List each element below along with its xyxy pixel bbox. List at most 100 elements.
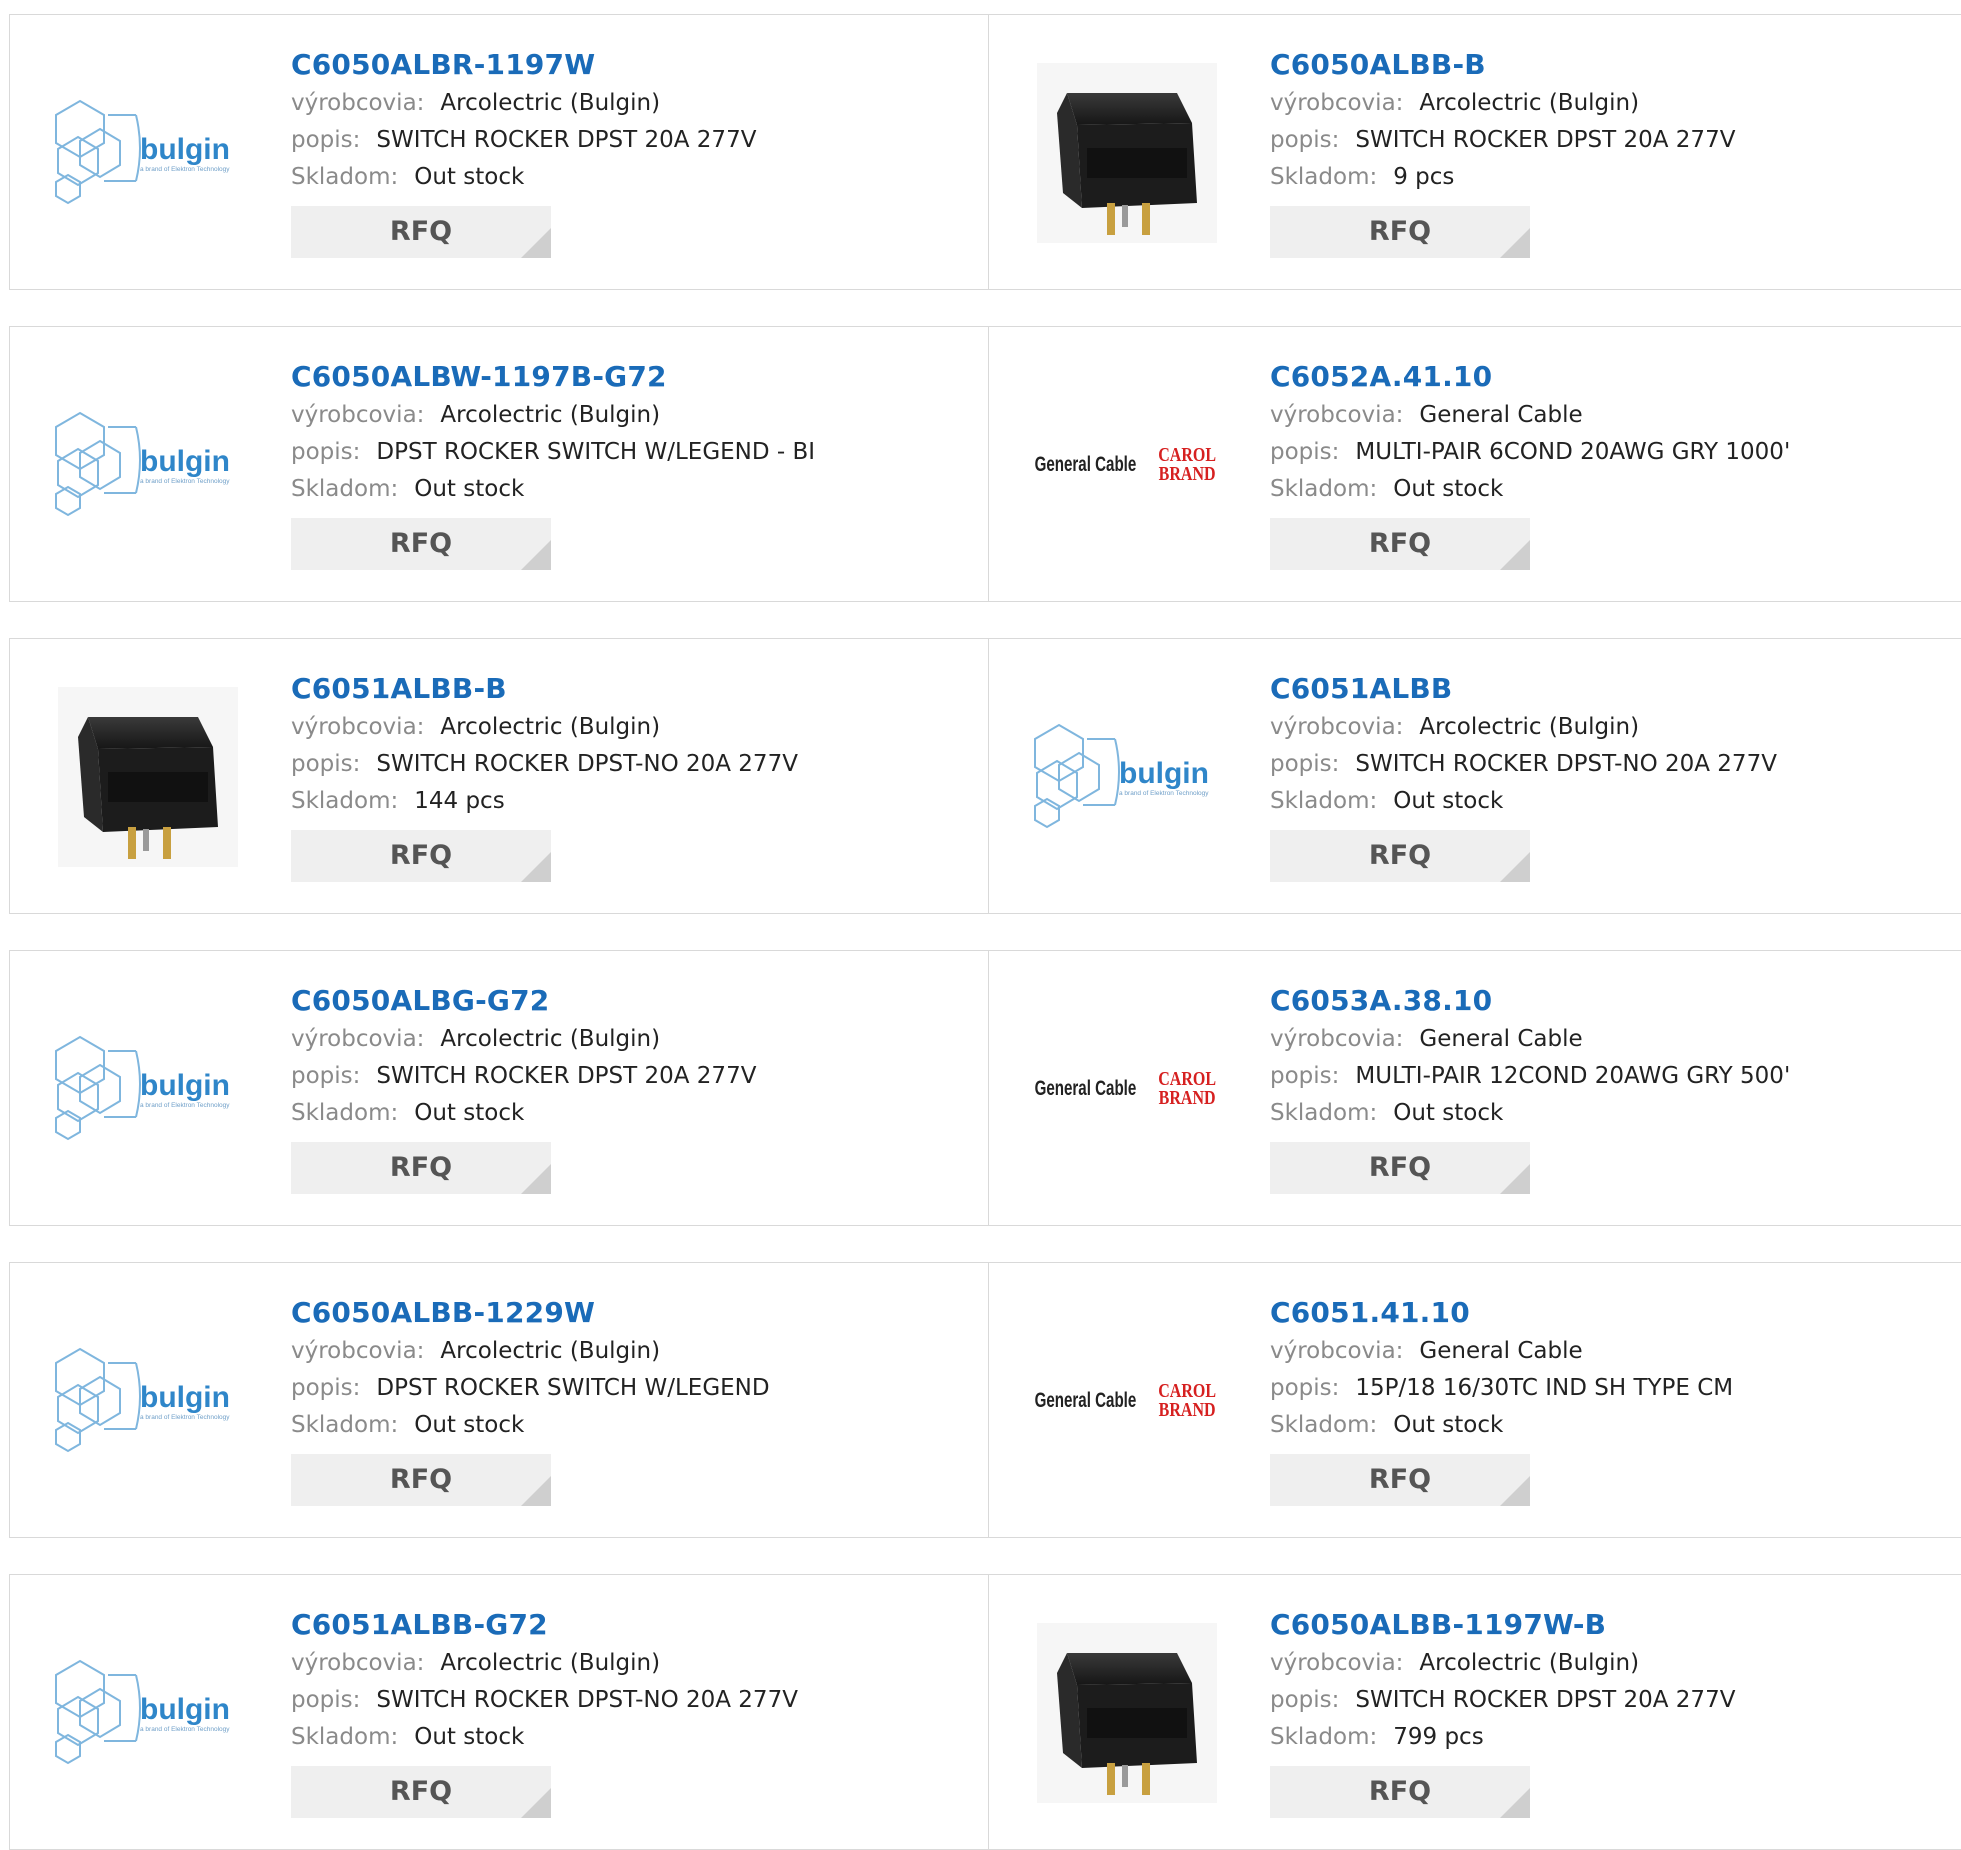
product-row: bulgin a brand of Elektron Technology C6…: [9, 1262, 1961, 1538]
part-number-link[interactable]: C6050ALBB-B: [1270, 45, 1956, 85]
stock-value: Out stock: [414, 1724, 525, 1750]
part-number-link[interactable]: C6050ALBB-1229W: [291, 1293, 978, 1333]
product-thumbnail[interactable]: General Cable CAROL BRAND: [1027, 1301, 1227, 1501]
part-number-link[interactable]: C6051ALBB-B: [291, 669, 978, 709]
description-line: popis: DPST ROCKER SWITCH W/LEGEND - BI: [291, 434, 978, 471]
manufacturer-value: General Cable: [1419, 1338, 1583, 1364]
bulgin-logo: bulgin a brand of Elektron Technology: [1034, 723, 1209, 829]
rfq-label: RFQ: [389, 840, 453, 871]
stock-value: Out stock: [1393, 1412, 1504, 1438]
rfq-button[interactable]: RFQ: [291, 206, 551, 258]
description-label: popis:: [291, 1063, 361, 1089]
description-label: popis:: [291, 751, 361, 777]
corner-decoration: [1500, 1164, 1530, 1194]
rfq-label: RFQ: [1368, 1776, 1432, 1807]
rfq-button[interactable]: RFQ: [1270, 1142, 1530, 1194]
svg-text:a brand of Elektron Technology: a brand of Elektron Technology: [140, 1726, 230, 1733]
stock-label: Skladom:: [1270, 788, 1378, 814]
stock-line: Skladom: Out stock: [291, 471, 978, 508]
svg-text:a brand of Elektron Technology: a brand of Elektron Technology: [140, 1102, 230, 1109]
description-label: popis:: [291, 127, 361, 153]
description-line: popis: SWITCH ROCKER DPST-NO 20A 277V: [291, 1682, 978, 1719]
manufacturer-value: Arcolectric (Bulgin): [1419, 714, 1640, 740]
rfq-button[interactable]: RFQ: [291, 1766, 551, 1818]
rfq-label: RFQ: [389, 1152, 453, 1183]
rfq-label: RFQ: [1368, 528, 1432, 559]
rfq-button[interactable]: RFQ: [291, 1142, 551, 1194]
stock-value: Out stock: [414, 164, 525, 190]
part-number-link[interactable]: C6051.41.10: [1270, 1293, 1956, 1333]
description-value: 15P/18 16/30TC IND SH TYPE CM: [1355, 1375, 1734, 1401]
product-card: C6050ALBB-1197W-B výrobcovia: Arcolectric …: [988, 1575, 1961, 1849]
part-number-link[interactable]: C6051ALBB-G72: [291, 1605, 978, 1645]
stock-line: Skladom: 9 pcs: [1270, 159, 1956, 196]
product-thumbnail[interactable]: [1027, 53, 1227, 253]
product-thumbnail[interactable]: bulgin a brand of Elektron Technology: [48, 1613, 248, 1813]
product-thumbnail[interactable]: bulgin a brand of Elektron Technology: [48, 989, 248, 1189]
corner-decoration: [521, 540, 551, 570]
product-row: bulgin a brand of Elektron Technology C6…: [9, 14, 1961, 290]
description-value: SWITCH ROCKER DPST 20A 277V: [376, 127, 757, 153]
rfq-button[interactable]: RFQ: [1270, 206, 1530, 258]
description-line: popis: MULTI-PAIR 12COND 20AWG GRY 500': [1270, 1058, 1956, 1095]
product-card: bulgin a brand of Elektron Technology C6…: [988, 639, 1961, 913]
product-thumbnail[interactable]: bulgin a brand of Elektron Technology: [1027, 677, 1227, 877]
product-thumbnail[interactable]: [48, 677, 248, 877]
manufacturer-value: Arcolectric (Bulgin): [440, 1338, 661, 1364]
rfq-button[interactable]: RFQ: [291, 830, 551, 882]
product-card: bulgin a brand of Elektron Technology C6…: [10, 951, 988, 1225]
rfq-button[interactable]: RFQ: [1270, 1766, 1530, 1818]
description-value: SWITCH ROCKER DPST 20A 277V: [1355, 127, 1736, 153]
rfq-label: RFQ: [389, 528, 453, 559]
description-value: MULTI-PAIR 6COND 20AWG GRY 1000': [1355, 439, 1791, 465]
product-card: bulgin a brand of Elektron Technology C6…: [10, 327, 988, 601]
svg-text:bulgin: bulgin: [140, 133, 230, 166]
product-thumbnail[interactable]: [1027, 1613, 1227, 1813]
manufacturer-line: výrobcovia: Arcolectric (Bulgin): [1270, 1645, 1956, 1682]
product-thumbnail[interactable]: bulgin a brand of Elektron Technology: [48, 53, 248, 253]
stock-line: Skladom: Out stock: [1270, 1407, 1956, 1444]
corner-decoration: [1500, 852, 1530, 882]
svg-text:a brand of Elektron Technology: a brand of Elektron Technology: [140, 478, 230, 485]
manufacturer-value: Arcolectric (Bulgin): [440, 90, 661, 116]
product-thumbnail[interactable]: bulgin a brand of Elektron Technology: [48, 365, 248, 565]
stock-value: 144 pcs: [414, 788, 505, 814]
rfq-button[interactable]: RFQ: [291, 1454, 551, 1506]
corner-decoration: [521, 1164, 551, 1194]
manufacturer-label: výrobcovia:: [1270, 402, 1404, 428]
part-number-link[interactable]: C6053A.38.10: [1270, 981, 1956, 1021]
stock-label: Skladom:: [291, 1100, 399, 1126]
part-number-link[interactable]: C6051ALBB: [1270, 669, 1956, 709]
part-number-link[interactable]: C6050ALBB-1197W-B: [1270, 1605, 1956, 1645]
part-number-link[interactable]: C6050ALBG-G72: [291, 981, 978, 1021]
part-number-link[interactable]: C6052A.41.10: [1270, 357, 1956, 397]
rfq-button[interactable]: RFQ: [1270, 830, 1530, 882]
corner-decoration: [521, 228, 551, 258]
corner-decoration: [1500, 1476, 1530, 1506]
rfq-button[interactable]: RFQ: [291, 518, 551, 570]
product-row: C6051ALBB-B výrobcovia: Arcolectric (Bulgi…: [9, 638, 1961, 914]
rfq-button[interactable]: RFQ: [1270, 518, 1530, 570]
bulgin-logo: bulgin a brand of Elektron Technology: [55, 99, 230, 205]
manufacturer-label: výrobcovia:: [291, 402, 425, 428]
svg-text:a brand of Elektron Technology: a brand of Elektron Technology: [140, 1414, 230, 1421]
product-card: General Cable CAROL BRAND C6052A.41.10 výr…: [988, 327, 1961, 601]
part-number-link[interactable]: C6050ALBR-1197W: [291, 45, 978, 85]
part-number-link[interactable]: C6050ALBW-1197B-G72: [291, 357, 978, 397]
manufacturer-line: výrobcovia: General Cable: [1270, 1021, 1956, 1058]
product-thumbnail[interactable]: General Cable CAROL BRAND: [1027, 989, 1227, 1189]
manufacturer-value: General Cable: [1419, 402, 1583, 428]
product-thumbnail[interactable]: General Cable CAROL BRAND: [1027, 365, 1227, 565]
description-label: popis:: [1270, 1375, 1340, 1401]
product-card: General Cable CAROL BRAND C6051.41.10 výro…: [988, 1263, 1961, 1537]
stock-value: Out stock: [1393, 476, 1504, 502]
description-value: SWITCH ROCKER DPST 20A 277V: [1355, 1687, 1736, 1713]
description-line: popis: DPST ROCKER SWITCH W/LEGEND: [291, 1370, 978, 1407]
stock-value: Out stock: [1393, 788, 1504, 814]
stock-line: Skladom: Out stock: [291, 1719, 978, 1756]
manufacturer-label: výrobcovia:: [291, 1026, 425, 1052]
product-card: C6051ALBB-B výrobcovia: Arcolectric (Bulgi…: [10, 639, 988, 913]
rfq-button[interactable]: RFQ: [1270, 1454, 1530, 1506]
product-card: C6050ALBB-B výrobcovia: Arcolectric (Bulgi…: [988, 15, 1961, 289]
product-thumbnail[interactable]: bulgin a brand of Elektron Technology: [48, 1301, 248, 1501]
